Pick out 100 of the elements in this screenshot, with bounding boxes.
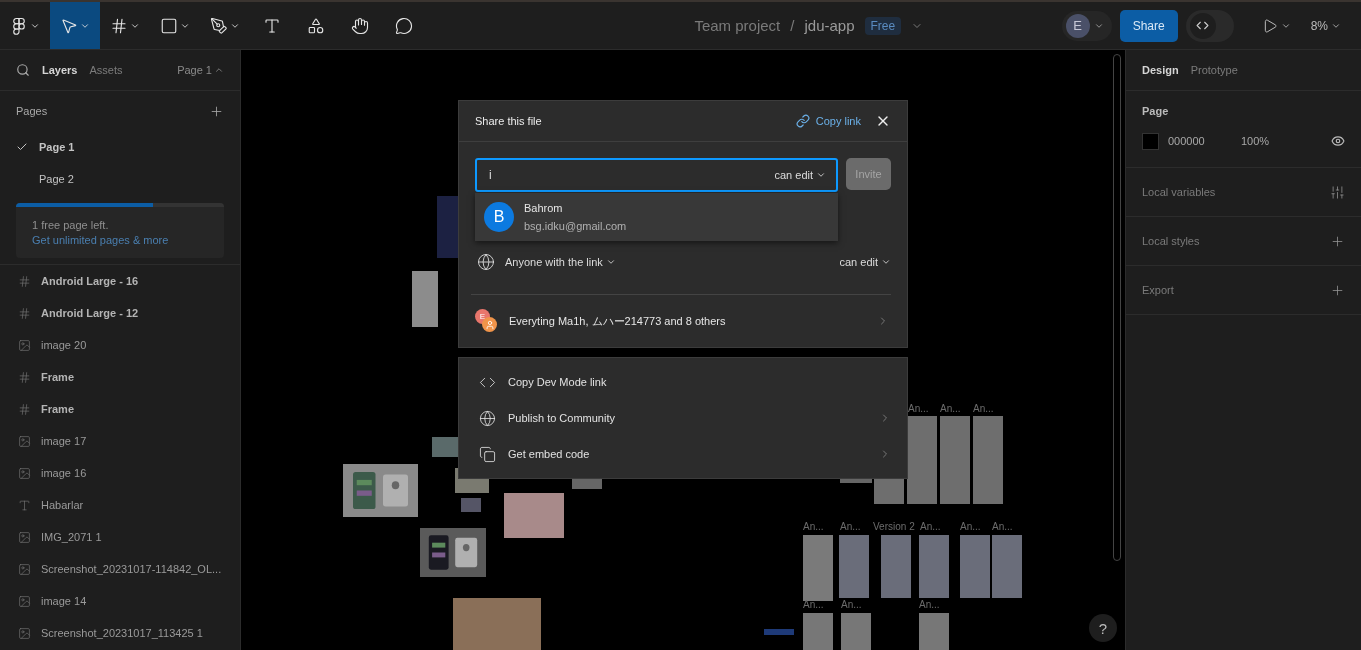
frame-label[interactable]: An... [940,403,961,414]
caret-icon [605,257,616,267]
layer-item[interactable]: image 17 [0,425,240,457]
link-access-dropdown[interactable]: Anyone with the link [505,256,616,268]
section-title[interactable]: Local variables [1142,186,1216,198]
add-icon[interactable] [1330,233,1345,249]
section-title[interactable]: Export [1142,284,1174,296]
layer-item[interactable]: Android Large - 12 [0,297,240,329]
check-icon [16,141,28,153]
add-icon[interactable] [1330,282,1345,298]
link-icon [795,114,810,128]
upgrade-text: 1 free page left. [32,219,110,231]
section-title: Page [1142,105,1169,117]
frame-label[interactable]: An... [803,521,824,532]
image-icon [18,466,31,480]
frame-icon [18,370,31,384]
opacity-value[interactable]: 100% [1241,135,1270,147]
add-icon[interactable] [209,103,224,119]
menu-item[interactable]: Get embed code [459,436,907,472]
frame-icon [18,306,31,320]
image-icon [18,530,31,544]
user-menu[interactable]: E [1061,10,1112,41]
file-name[interactable]: jdu-app [804,17,855,34]
copy-link[interactable]: Copy link [795,114,861,128]
frame-thumbnail [803,613,833,650]
caret-icon [214,65,224,75]
frame-label[interactable]: An... [919,599,940,610]
search-icon[interactable] [16,63,30,77]
image-icon [18,626,31,640]
layer-item[interactable]: Screenshot_20231017_113425 1 [0,617,240,649]
code-icon [1196,19,1210,32]
layer-item[interactable]: Habarlar [0,489,240,521]
user-avatar: E [1065,13,1090,38]
dialog-title: Share this file [475,115,542,127]
people-row[interactable]: E Everyting Ma1h, ムハー214773 and 8 others [459,295,907,347]
frame-thumbnail [764,629,794,635]
menu-item[interactable]: Publish to Community [459,400,907,436]
color-value[interactable]: 000000 [1168,135,1232,147]
share-button[interactable]: Share [1119,9,1178,42]
pen-icon [210,16,228,35]
permission-dropdown[interactable]: can edit [839,256,891,268]
dev-mode-toggle[interactable] [1185,9,1234,42]
frame-label[interactable]: An... [992,521,1013,532]
frame-icon [18,402,31,416]
frame-thumbnail [803,535,833,601]
menu-item[interactable]: Copy Dev Mode link [459,364,907,400]
help-button[interactable]: ? [1089,614,1117,642]
layer-item[interactable]: Frame [0,361,240,393]
page-item[interactable]: Page 1 [0,131,240,163]
panel-tab[interactable]: Layers [42,64,78,76]
caret-icon [816,170,826,180]
layer-item[interactable]: Frame [0,393,240,425]
layer-item[interactable]: Screenshot_20231017-114842_OL... [0,553,240,585]
page-picker[interactable]: Page 1 [177,64,224,76]
page-item[interactable]: Page 2 [0,163,240,195]
frame-thumbnail [960,535,990,598]
frame-thumbnail [461,498,481,512]
resources-icon [307,16,325,35]
panel-tab[interactable]: Prototype [1190,64,1238,76]
breadcrumb-separator: / [790,17,795,34]
color-swatch[interactable] [1142,132,1159,150]
panel-tab[interactable]: Design [1142,64,1179,76]
frame-thumbnail [881,535,911,598]
frame-icon [110,16,128,35]
eye-icon[interactable] [1331,134,1345,148]
zoom-menu[interactable]: 8% [1304,18,1347,33]
frame-label[interactable]: An... [960,521,981,532]
frame-label[interactable]: An... [803,599,824,610]
text-icon [263,16,281,35]
layer-item[interactable]: image 20 [0,329,240,361]
frame-label[interactable]: An... [920,521,941,532]
move-icon [60,16,78,35]
frame-label[interactable]: An... [840,521,861,532]
frame-label[interactable]: Version 2 [873,521,915,532]
upgrade-link[interactable]: Get unlimited pages & more [32,234,208,246]
project-name[interactable]: Team project [694,17,781,34]
layer-item[interactable]: Android Large - 16 [0,265,240,297]
panel-tab[interactable]: Assets [89,64,123,76]
image-icon [18,434,31,448]
frame-thumbnail [841,613,871,650]
comment-icon [395,16,413,35]
frame-thumbnail [504,493,564,538]
sliders-icon[interactable] [1330,184,1345,200]
frame-label[interactable]: An... [973,403,994,414]
layer-item[interactable]: image 14 [0,585,240,617]
frame-label[interactable]: An... [908,403,929,414]
user-email: bsg.idku@gmail.com [524,220,627,232]
frame-thumbnail [919,535,949,598]
frame-label[interactable]: An... [841,599,862,610]
hand-icon [351,16,369,35]
plan-badge: Free [864,16,902,35]
frame-thumbnail [919,613,949,650]
suggestion-item[interactable]: B Bahrom bsg.idku@gmail.com [475,193,838,241]
logo-icon [10,16,28,35]
section-title[interactable]: Local styles [1142,235,1200,247]
layer-item[interactable]: IMG_2071 1 [0,521,240,553]
layer-item[interactable]: image 16 [0,457,240,489]
globe-icon [477,253,495,271]
user-avatar: B [484,202,514,232]
frame-thumbnail [412,271,438,327]
